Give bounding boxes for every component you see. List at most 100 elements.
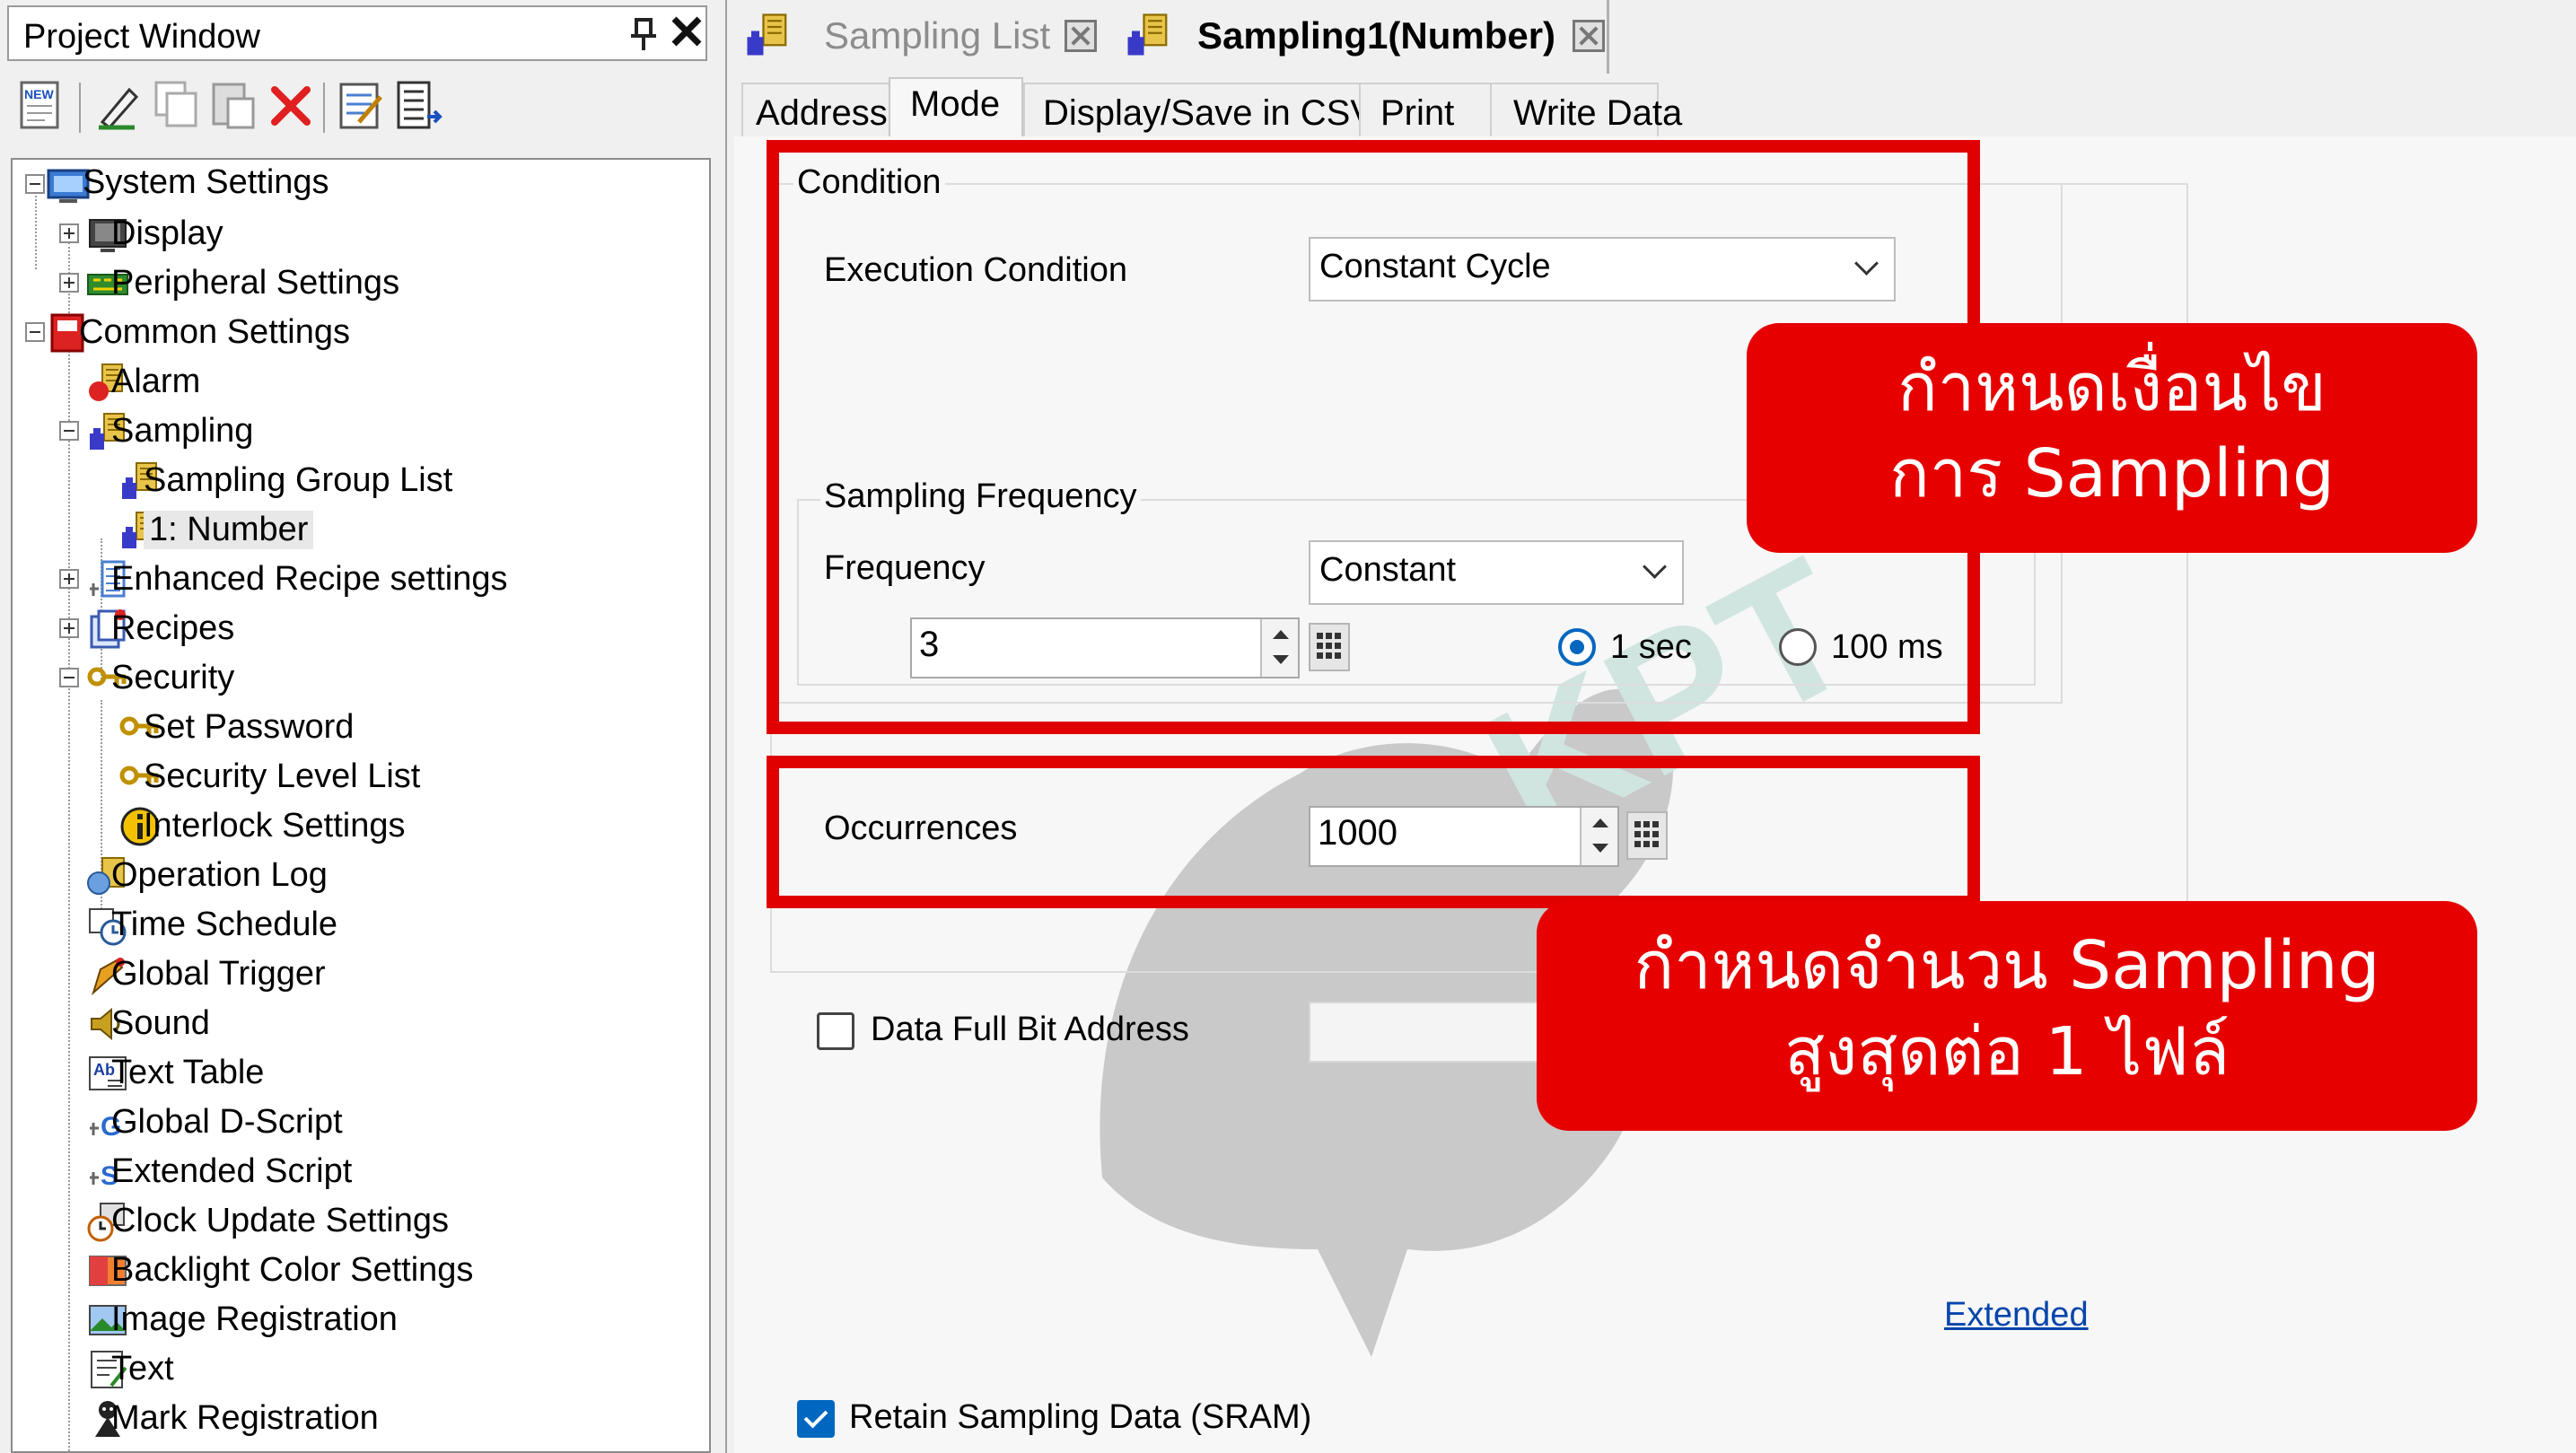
tree-item-set-password[interactable]: Set Password [13, 703, 695, 752]
close-icon[interactable] [669, 11, 705, 59]
project-window: Project Window NEW System Settings Displ… [0, 0, 727, 1453]
tree-item-label: Peripheral Settings [111, 264, 400, 302]
tab-label: Sampling List [824, 14, 1051, 57]
project-tree: System Settings Display Peripheral Setti… [11, 158, 711, 1453]
tab-sampling1-number[interactable]: Sampling1(Number) [1115, 0, 1609, 74]
tree-item-label: Time Schedule [111, 906, 338, 943]
tab-print[interactable]: Print [1359, 83, 1492, 136]
tree-item-label: Display [111, 214, 223, 252]
tree-item-global-d-script[interactable]: G Global D-Script [13, 1098, 695, 1147]
tree-item-image-registration[interactable]: Image Registration [13, 1295, 695, 1344]
tree-item-interlock-settings[interactable]: Interlock Settings [13, 801, 695, 851]
settings-tabs: Address Mode Display/Save in CSV Print W… [734, 77, 1901, 138]
tree-item-label: System Settings [83, 163, 329, 201]
pin-icon[interactable] [628, 16, 659, 61]
tree-item-recipes[interactable]: Recipes [13, 604, 695, 653]
tab-mode[interactable]: Mode [889, 77, 1023, 138]
tree-item-common-settings[interactable]: Common Settings [13, 308, 695, 357]
toolbar-separator [79, 83, 81, 133]
expand-icon[interactable] [59, 223, 79, 243]
collapse-icon[interactable] [25, 322, 45, 342]
tree-item-label: Sampling Group List [144, 461, 453, 499]
tab-label: Print [1380, 93, 1455, 133]
tree-item-global-trigger[interactable]: Global Trigger [13, 950, 695, 999]
sampling-list-icon [747, 13, 787, 56]
tab-display-save-csv[interactable]: Display/Save in CSV [1023, 83, 1374, 136]
tree-item-label: Global Trigger [111, 955, 326, 993]
tab-label: Sampling1(Number) [1197, 14, 1556, 57]
paste-icon[interactable] [208, 77, 262, 135]
tree-item-enhanced-recipe[interactable]: Enhanced Recipe settings [13, 555, 695, 604]
tree-item-operation-log[interactable]: Operation Log [13, 851, 695, 900]
tree-item-sound[interactable]: Sound [13, 999, 695, 1048]
tab-write-data[interactable]: Write Data [1490, 83, 1682, 136]
tab-label: Address [756, 93, 888, 133]
extended-link[interactable]: Extended [1944, 1296, 2089, 1335]
tree-item-label: Alarm [111, 363, 201, 400]
tree-item-label: Clock Update Settings [111, 1202, 449, 1239]
tree-item-extended-script[interactable]: S Extended Script [13, 1147, 695, 1196]
tree-item-backlight-color[interactable]: Backlight Color Settings [13, 1246, 695, 1295]
tree-item-text-table[interactable]: Ab Text Table [13, 1048, 695, 1098]
tree-item-label: Global D-Script [111, 1103, 343, 1141]
tree-item-peripheral-settings[interactable]: Peripheral Settings [13, 258, 695, 308]
close-tab-icon[interactable] [1573, 20, 1605, 52]
tree-item-label: Sound [111, 1004, 210, 1042]
toolbar-separator [323, 83, 325, 133]
copy-icon[interactable] [151, 77, 205, 135]
project-toolbar: NEW [16, 77, 716, 142]
new-icon[interactable]: NEW [16, 77, 70, 135]
condition-callout: กำหนดเงื่อนไข การ Sampling [1747, 323, 2477, 553]
expand-icon[interactable] [59, 273, 79, 293]
collapse-icon[interactable] [59, 668, 79, 687]
tree-item-label: Text [111, 1350, 174, 1387]
list-export-icon[interactable] [393, 77, 447, 135]
tree-item-label: Sampling [111, 412, 254, 450]
tree-item-label: Common Settings [79, 313, 351, 351]
tab-sampling-list[interactable]: Sampling List [734, 0, 1104, 74]
tree-item-label: Mark Registration [111, 1399, 379, 1437]
mode-settings-panel: KPT Condition Execution Condition Consta… [734, 136, 2576, 1453]
tree-item-security[interactable]: Security [13, 653, 695, 703]
retain-sampling-label: Retain Sampling Data (SRAM) [849, 1398, 1312, 1436]
project-window-titlebar: Project Window [7, 5, 707, 61]
tab-address[interactable]: Address [741, 83, 890, 136]
collapse-icon[interactable] [59, 421, 79, 441]
tree-item-time-schedule[interactable]: Time Schedule [13, 900, 695, 950]
tree-item-text[interactable]: Text [13, 1344, 695, 1394]
data-full-bit-checkbox[interactable] [817, 1012, 854, 1050]
tree-item-mark-registration[interactable]: Mark Registration [13, 1394, 695, 1443]
delete-icon[interactable] [266, 77, 320, 135]
tree-item-system-settings[interactable]: System Settings [13, 160, 695, 209]
data-full-bit-label: Data Full Bit Address [871, 1011, 1189, 1048]
close-tab-icon[interactable] [1065, 20, 1097, 52]
tree-item-1-number[interactable]: 1: Number [13, 505, 695, 555]
tree-item-sampling[interactable]: Sampling [13, 407, 695, 456]
tree-item-label: Extended Script [111, 1152, 353, 1190]
tree-item-label: 1: Number [144, 511, 314, 549]
expand-icon[interactable] [59, 618, 79, 638]
tree-item-label: Backlight Color Settings [111, 1251, 474, 1289]
retain-sampling-checkbox[interactable] [797, 1400, 835, 1438]
tree-item-display[interactable]: Display [13, 209, 695, 258]
edit-pen-icon[interactable] [93, 77, 147, 135]
tree-item-label: Interlock Settings [144, 807, 406, 845]
tree-item-label: Recipes [111, 609, 235, 647]
occurrences-highlight [767, 756, 1980, 908]
condition-callout-line2: การ Sampling [1889, 435, 2335, 512]
tree-item-label: Security [111, 659, 235, 696]
tree-item-alarm[interactable]: Alarm [13, 357, 695, 407]
collapse-icon[interactable] [25, 174, 45, 194]
tab-label: Write Data [1513, 93, 1683, 133]
tree-item-sampling-group-list[interactable]: Sampling Group List [13, 456, 695, 505]
condition-callout-line1: กำหนดเงื่อนไข [1897, 349, 2327, 426]
expand-icon[interactable] [59, 569, 79, 589]
project-window-title: Project Window [23, 18, 260, 56]
properties-icon[interactable] [336, 77, 390, 135]
tree-item-security-level-list[interactable]: Security Level List [13, 752, 695, 801]
tree-item-clock-update[interactable]: Clock Update Settings [13, 1196, 695, 1246]
tree-item-label: Security Level List [144, 757, 421, 795]
tree-item-label: Operation Log [111, 856, 328, 894]
svg-text:NEW: NEW [24, 87, 54, 101]
occurrences-callout: กำหนดจำนวน Sampling สูงสุดต่อ 1 ไฟล์ [1537, 901, 2477, 1131]
